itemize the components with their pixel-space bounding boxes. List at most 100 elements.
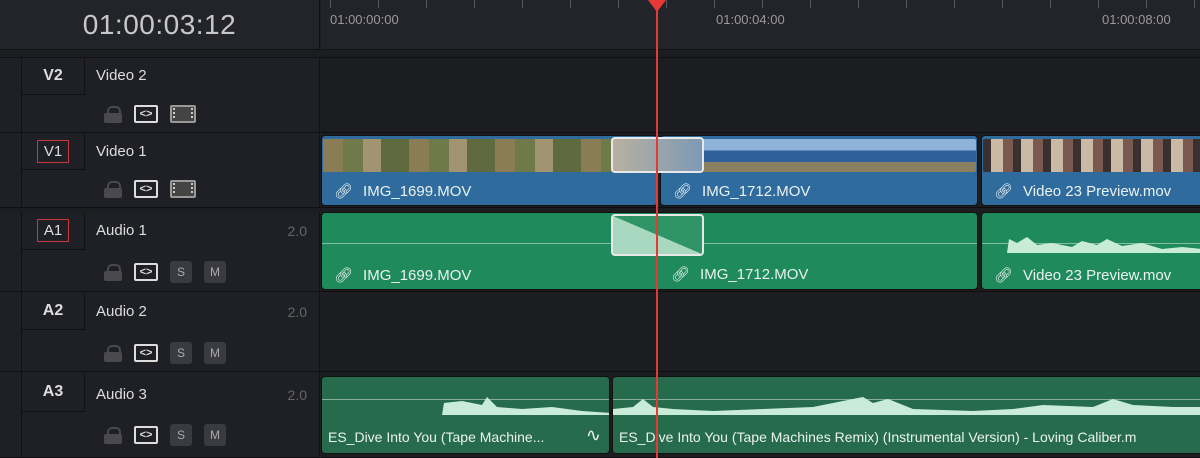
track-header-a1[interactable]: A1 Audio 1 2.0 <> S M [0, 212, 320, 292]
ruler-tick [762, 0, 763, 8]
ruler-tick [474, 0, 475, 8]
playhead-handle[interactable] [648, 0, 666, 12]
lane-v2[interactable] [321, 58, 1200, 133]
lane-v1[interactable]: 🔗︎ IMG_1699.MOV 🔗︎ IMG_1712.MOV 🔗︎ Video 23… [321, 133, 1200, 208]
lane-a2[interactable] [321, 292, 1200, 372]
ruler-tick [1194, 0, 1195, 8]
ruler-tick [906, 0, 907, 8]
clip-name: Video 23 Preview.mov [1023, 267, 1172, 284]
lock-icon[interactable] [104, 181, 122, 198]
header-separator [0, 50, 1200, 58]
audio-waveform [322, 397, 609, 415]
timeline-ruler[interactable]: 01:00:00:00 01:00:04:00 01:00:08:00 [321, 0, 1200, 50]
ruler-tick [330, 0, 331, 8]
video-clip[interactable]: 🔗︎ IMG_1699.MOV [321, 135, 658, 206]
track-id[interactable]: A3 [22, 372, 85, 412]
playhead[interactable] [656, 0, 658, 458]
track-gutter [0, 58, 22, 132]
ruler-label: 01:00:08:00 [1102, 12, 1171, 27]
auto-select-icon[interactable]: <> [134, 263, 158, 281]
ruler-tick [618, 0, 619, 8]
link-icon: 🔗︎ [994, 267, 1014, 284]
track-id[interactable]: A1 [22, 212, 85, 250]
track-name[interactable]: Audio 3 [96, 386, 147, 403]
channel-format: 2.0 [287, 387, 307, 403]
audio-clip[interactable]: 🔗︎ Video 23 Preview.mov [981, 212, 1200, 290]
lock-icon[interactable] [104, 427, 122, 444]
track-name[interactable]: Video 2 [96, 67, 147, 84]
track-id-label: A3 [42, 382, 64, 400]
mute-button[interactable]: M [204, 424, 226, 446]
clip-name: ES_Dive Into You (Tape Machines Remix) (… [619, 429, 1137, 445]
ruler-tick [666, 0, 667, 8]
track-header-v1[interactable]: V1 Video 1 <> [0, 133, 320, 208]
clip-name: Video 23 Preview.mov [1023, 183, 1172, 200]
lane-a1[interactable]: 🔗︎ IMG_1699.MOV 🔗︎ IMG_1712.MOV 🔗︎ Video 23… [321, 212, 1200, 292]
track-id-label: A2 [42, 301, 64, 319]
auto-select-icon[interactable]: <> [134, 426, 158, 444]
track-id[interactable]: V1 [22, 133, 85, 170]
ruler-tick [570, 0, 571, 8]
audio-waveform [613, 397, 1200, 415]
lane-a3[interactable]: ES_Dive Into You (Tape Machine... ∿ ES_D… [321, 372, 1200, 458]
track-header-v2[interactable]: V2 Video 2 <> [0, 58, 320, 133]
lock-icon[interactable] [104, 264, 122, 281]
film-icon[interactable] [170, 180, 196, 198]
channel-format: 2.0 [287, 304, 307, 320]
ruler-tick [714, 0, 715, 8]
track-gutter [0, 372, 22, 457]
audio-clip[interactable]: ES_Dive Into You (Tape Machine... ∿ [321, 376, 610, 454]
ruler-tick [1050, 0, 1051, 8]
clip-thumbnails [323, 139, 656, 172]
fade-curve-icon[interactable]: ∿ [586, 425, 601, 446]
track-gutter [0, 212, 22, 291]
clip-name-label: IMG_1712.MOV [700, 266, 809, 283]
ruler-tick [522, 0, 523, 8]
channel-format: 2.0 [287, 223, 307, 239]
ruler-tick [1002, 0, 1003, 8]
clip-thumbnails [662, 139, 976, 172]
track-header-a2[interactable]: A2 Audio 2 2.0 <> S M [0, 292, 320, 372]
ruler-tick [426, 0, 427, 8]
ruler-tick [378, 0, 379, 8]
track-name[interactable]: Audio 2 [96, 303, 147, 320]
ruler-tick [1098, 0, 1099, 8]
auto-select-icon[interactable]: <> [134, 344, 158, 362]
solo-button[interactable]: S [170, 342, 192, 364]
clip-name: IMG_1712.MOV [702, 183, 811, 200]
track-id-label: A1 [36, 219, 70, 242]
audio-clip[interactable]: ES_Dive Into You (Tape Machines Remix) (… [612, 376, 1200, 454]
link-icon: 🔗︎ [671, 266, 691, 283]
clip-thumbnails [983, 139, 1200, 172]
clip-name: IMG_1699.MOV [363, 267, 472, 284]
link-icon: 🔗︎ [334, 267, 354, 284]
solo-button[interactable]: S [170, 424, 192, 446]
lock-icon[interactable] [104, 106, 122, 123]
film-icon[interactable] [170, 105, 196, 123]
timecode-display[interactable]: 01:00:03:12 [0, 0, 320, 50]
track-id-label: V2 [43, 67, 63, 84]
ruler-tick [858, 0, 859, 8]
mute-button[interactable]: M [204, 261, 226, 283]
mute-button[interactable]: M [204, 342, 226, 364]
track-id[interactable]: A2 [22, 292, 85, 330]
solo-button[interactable]: S [170, 261, 192, 283]
track-id-label: V1 [36, 139, 70, 163]
lock-icon[interactable] [104, 345, 122, 362]
link-icon: 🔗︎ [673, 183, 693, 200]
ruler-tick [1146, 0, 1147, 8]
video-clip[interactable]: 🔗︎ IMG_1712.MOV [660, 135, 978, 206]
track-header-a3[interactable]: A3 Audio 3 2.0 <> S M [0, 372, 320, 458]
track-gutter [0, 133, 22, 207]
clip-name: 🔗︎ IMG_1712.MOV [671, 265, 808, 283]
auto-select-icon[interactable]: <> [134, 105, 158, 123]
track-name[interactable]: Audio 1 [96, 222, 147, 239]
auto-select-icon[interactable]: <> [134, 180, 158, 198]
link-icon: 🔗︎ [994, 183, 1014, 200]
track-name[interactable]: Video 1 [96, 143, 147, 160]
ruler-label: 01:00:04:00 [716, 12, 785, 27]
video-clip[interactable]: 🔗︎ Video 23 Preview.mov [981, 135, 1200, 206]
clip-name: ES_Dive Into You (Tape Machine... [328, 429, 545, 445]
track-id[interactable]: V2 [22, 58, 85, 95]
clip-name: IMG_1699.MOV [363, 183, 472, 200]
